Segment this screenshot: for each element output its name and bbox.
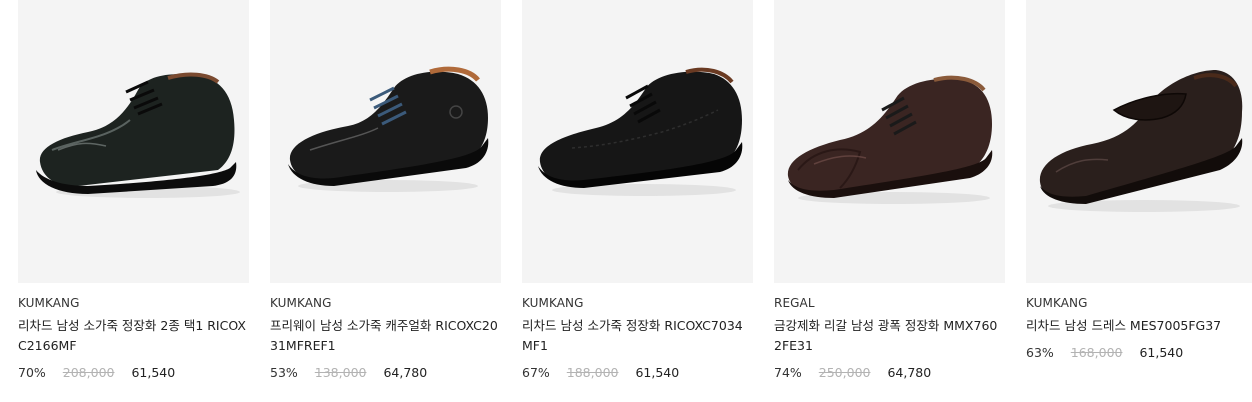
product-card[interactable]: KUMKANG 리차드 남성 소가죽 정장화 RICOXC7034MF1 67%… — [522, 0, 753, 402]
product-card[interactable]: KUMKANG 리차드 남성 드레스 MES7005FG37 63% 168,0… — [1026, 0, 1252, 402]
product-card[interactable]: KUMKANG 리차드 남성 소가죽 정장화 2종 택1 RICOXC2166M… — [18, 0, 249, 402]
original-price: 168,000 — [1070, 345, 1123, 360]
product-grid: KUMKANG 리차드 남성 소가죽 정장화 2종 택1 RICOXC2166M… — [18, 0, 1252, 402]
product-name[interactable]: 리차드 남성 소가죽 정장화 2종 택1 RICOXC2166MF — [18, 316, 249, 356]
product-name[interactable]: 리차드 남성 드레스 MES7005FG37 — [1026, 316, 1252, 336]
original-price: 208,000 — [62, 365, 115, 380]
product-name[interactable]: 프리웨이 남성 소가죽 캐주얼화 RICOXC2031MFREF1 — [270, 316, 501, 356]
discount-rate: 53% — [270, 365, 298, 380]
loafer-icon — [1039, 70, 1243, 212]
product-image[interactable] — [18, 0, 249, 283]
price-row: 74% 250,000 64,780 — [774, 365, 931, 380]
price-row: 67% 188,000 61,540 — [522, 365, 679, 380]
sale-price: 64,780 — [383, 365, 428, 380]
product-image[interactable] — [522, 0, 753, 283]
product-brand: KUMKANG — [1026, 296, 1088, 310]
discount-rate: 70% — [18, 365, 46, 380]
original-price: 188,000 — [566, 365, 619, 380]
price-row: 70% 208,000 61,540 — [18, 365, 175, 380]
product-image[interactable] — [1026, 0, 1252, 283]
product-image[interactable] — [270, 0, 501, 283]
sale-price: 61,540 — [1139, 345, 1184, 360]
product-name[interactable]: 금강제화 리갈 남성 광폭 정장화 MMX7602FE31 — [774, 316, 1005, 356]
derby-shoe-icon — [36, 72, 240, 198]
original-price: 250,000 — [818, 365, 871, 380]
discount-rate: 74% — [774, 365, 802, 380]
sale-price: 61,540 — [131, 365, 176, 380]
product-brand: KUMKANG — [270, 296, 332, 310]
product-card[interactable]: KUMKANG 프리웨이 남성 소가죽 캐주얼화 RICOXC2031MFREF… — [270, 0, 501, 402]
price-row: 63% 168,000 61,540 — [1026, 345, 1183, 360]
cap-toe-shoe-icon — [787, 75, 993, 204]
original-price: 138,000 — [314, 365, 367, 380]
product-card[interactable]: REGAL 금강제화 리갈 남성 광폭 정장화 MMX7602FE31 74% … — [774, 0, 1005, 402]
dress-shoe-icon — [538, 67, 743, 196]
product-brand: KUMKANG — [522, 296, 584, 310]
sale-price: 61,540 — [635, 365, 680, 380]
product-brand: REGAL — [774, 296, 815, 310]
casual-shoe-icon — [288, 66, 489, 192]
product-brand: KUMKANG — [18, 296, 80, 310]
discount-rate: 63% — [1026, 345, 1054, 360]
price-row: 53% 138,000 64,780 — [270, 365, 427, 380]
product-name[interactable]: 리차드 남성 소가죽 정장화 RICOXC7034MF1 — [522, 316, 753, 356]
product-image[interactable] — [774, 0, 1005, 283]
sale-price: 64,780 — [887, 365, 932, 380]
discount-rate: 67% — [522, 365, 550, 380]
